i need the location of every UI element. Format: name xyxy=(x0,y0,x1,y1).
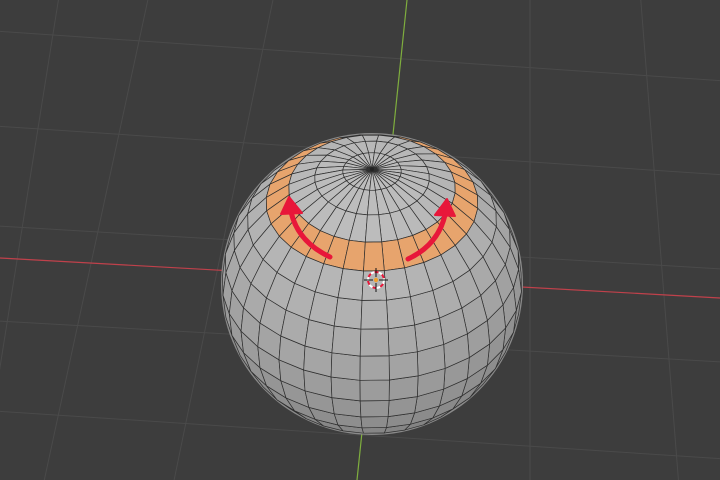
mesh-face[interactable] xyxy=(361,427,387,434)
mesh-face[interactable] xyxy=(359,379,390,402)
selected-face-loop[interactable] xyxy=(363,241,385,272)
mesh-face[interactable] xyxy=(360,416,389,429)
mesh-face[interactable] xyxy=(330,352,361,381)
3d-viewport[interactable] xyxy=(0,0,720,480)
mesh-face[interactable] xyxy=(359,400,390,418)
mesh-face[interactable] xyxy=(331,325,362,357)
mesh-face[interactable] xyxy=(388,351,419,381)
mesh-face[interactable] xyxy=(330,376,361,402)
mesh-face[interactable] xyxy=(333,297,363,330)
viewport-scene[interactable] xyxy=(0,0,720,480)
mesh-face[interactable] xyxy=(360,299,389,330)
mesh-face[interactable] xyxy=(387,324,418,357)
mesh-face[interactable] xyxy=(359,355,390,381)
mesh-face[interactable] xyxy=(386,296,415,330)
uv-sphere-mesh[interactable] xyxy=(221,133,523,435)
mesh-face[interactable] xyxy=(359,328,390,357)
sphere-pole-vertex[interactable] xyxy=(370,167,374,172)
mesh-face[interactable] xyxy=(364,214,383,243)
